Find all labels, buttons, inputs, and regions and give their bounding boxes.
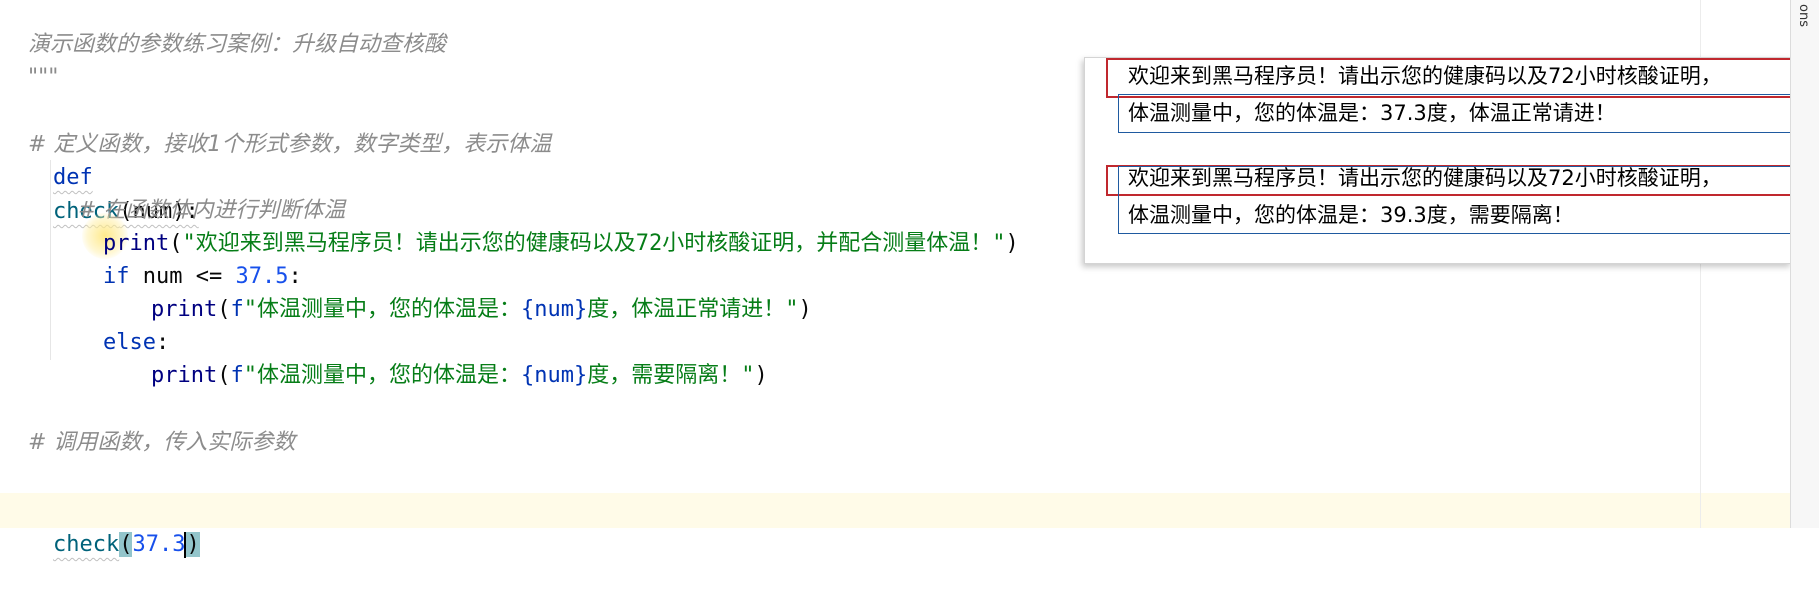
print2-open: ( [217,297,231,322]
print3-open: ( [217,363,231,388]
call-line[interactable]: check(37.3) [0,494,200,558]
print3-close: ) [754,363,768,388]
docstring-line: 演示函数的参数练习案例：升级自动查核酸 [0,0,446,57]
comment-define-line: # 定义函数，接收1个形式参数，数字类型，表示体温 [0,94,551,157]
docstring-close-line: """ [0,27,58,90]
call-function-name: check [52,532,120,557]
output-line: 体温测量中，您的体温是：39.3度，需要隔离！ [1128,203,1574,227]
print1-close: ) [1005,231,1019,256]
output-line: 体温测量中，您的体温是：37.3度，体温正常请进！ [1128,101,1616,125]
output-line: 欢迎来到黑马程序员！请出示您的健康码以及72小时核酸证明， [1128,166,1722,190]
print2-string-a: "体温测量中，您的体温是： [243,297,521,322]
print2-line: print(f"体温测量中，您的体温是：{num}度，体温正常请进！") [98,259,812,322]
else-line: else: [50,292,169,355]
output-popup: 欢迎来到黑马程序员！请出示您的健康码以及72小时核酸证明， 体温测量中，您的体温… [1084,57,1792,264]
print2-var: {num} [520,297,588,322]
right-tool-strip[interactable] [1790,0,1819,528]
call-close-paren: ) [186,532,200,557]
call-argument: 37.3 [132,532,186,557]
docstring-text: 演示函数的参数练习案例：升级自动查核酸 [27,32,446,57]
print-keyword: print [150,363,218,388]
print3-var: {num} [520,363,588,388]
comment-call: # 调用函数，传入实际参数 [27,430,296,455]
docstring-close: """ [27,65,59,90]
print3-string-a: "体温测量中，您的体温是： [243,363,521,388]
print2-string-b: 度，体温正常请进！" [587,297,799,322]
right-tool-label[interactable]: ons [1796,4,1811,27]
current-line-highlight [0,493,1790,528]
call-open-paren: ( [119,532,133,557]
if-line: if num <= 37.5: [50,226,302,289]
print3-line: print(f"体温测量中，您的体温是：{num}度，需要隔离！") [98,325,768,388]
print2-close: ) [798,297,812,322]
def-line: def check(num): [0,127,199,224]
print1-string: "欢迎来到黑马程序员！请出示您的健康码以及72小时核酸证明，并配合测量体温！" [182,231,1006,256]
output-line: 欢迎来到黑马程序员！请出示您的健康码以及72小时核酸证明， [1128,64,1722,88]
print1-line: print("欢迎来到黑马程序员！请出示您的健康码以及72小时核酸证明，并配合测… [50,193,1019,256]
comment-call-line: # 调用函数，传入实际参数 [0,392,295,455]
print3-string-b: 度，需要隔离！" [587,363,755,388]
comment-body-line: # 在函数体内进行判断体温 [50,160,345,223]
fstring-prefix: f [230,363,244,388]
fstring-prefix: f [230,297,244,322]
